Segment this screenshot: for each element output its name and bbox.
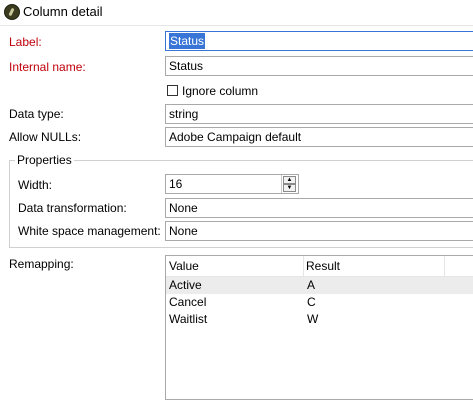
label-caption: Label:	[9, 35, 42, 49]
data-type-select[interactable]: string	[165, 104, 473, 124]
row-result: C	[307, 295, 316, 309]
label-input-value: Status	[169, 33, 206, 49]
width-value: 16	[169, 177, 183, 191]
column-separator[interactable]	[444, 256, 445, 276]
properties-legend: Properties	[15, 153, 74, 167]
white-space-value: None	[169, 224, 198, 238]
row-value: Active	[169, 278, 202, 292]
data-transformation-caption: Data transformation:	[18, 201, 127, 215]
data-transformation-select[interactable]: None	[165, 198, 473, 218]
column-separator[interactable]	[303, 256, 304, 276]
label-input[interactable]: Status	[165, 31, 473, 51]
white-space-select[interactable]: None	[165, 221, 473, 241]
row-value: Waitlist	[169, 312, 208, 326]
table-row[interactable]: Waitlist W	[166, 311, 473, 328]
allow-nulls-caption: Allow NULLs:	[9, 130, 82, 144]
internal-name-caption: Internal name:	[9, 60, 86, 74]
allow-nulls-select[interactable]: Adobe Campaign default	[165, 127, 473, 147]
spin-up-icon[interactable]: ▲	[283, 176, 296, 184]
column-header-result[interactable]: Result	[306, 259, 340, 273]
column-header-value[interactable]: Value	[169, 259, 199, 273]
width-spinner: ▲ ▼	[281, 175, 297, 193]
title-bar: Column detail	[0, 0, 473, 26]
width-caption: Width:	[18, 178, 53, 192]
remapping-caption: Remapping:	[9, 257, 74, 271]
table-row[interactable]: Cancel C	[166, 294, 473, 311]
internal-name-value: Status	[169, 59, 204, 73]
internal-name-input[interactable]: Status	[165, 56, 473, 76]
window-title: Column detail	[23, 4, 103, 19]
title-divider	[0, 25, 473, 26]
row-result: A	[307, 278, 316, 292]
spin-down-icon[interactable]: ▼	[283, 184, 296, 192]
ignore-column-checkbox[interactable]	[167, 85, 178, 96]
app-icon	[4, 4, 20, 20]
allow-nulls-value: Adobe Campaign default	[169, 130, 302, 144]
row-result: W	[307, 312, 319, 326]
row-value: Cancel	[169, 295, 207, 309]
ignore-column-label: Ignore column	[182, 84, 259, 98]
data-type-value: string	[169, 107, 199, 121]
width-stepper[interactable]: 16 ▲ ▼	[165, 174, 299, 194]
table-row[interactable]: Active A	[166, 277, 473, 294]
remapping-list[interactable]: Value Result Active A Cancel C Waitlist …	[165, 255, 473, 400]
data-transformation-value: None	[169, 201, 198, 215]
white-space-caption: White space management:	[18, 224, 161, 238]
data-type-caption: Data type:	[9, 107, 64, 121]
remapping-list-header: Value Result	[166, 256, 473, 277]
